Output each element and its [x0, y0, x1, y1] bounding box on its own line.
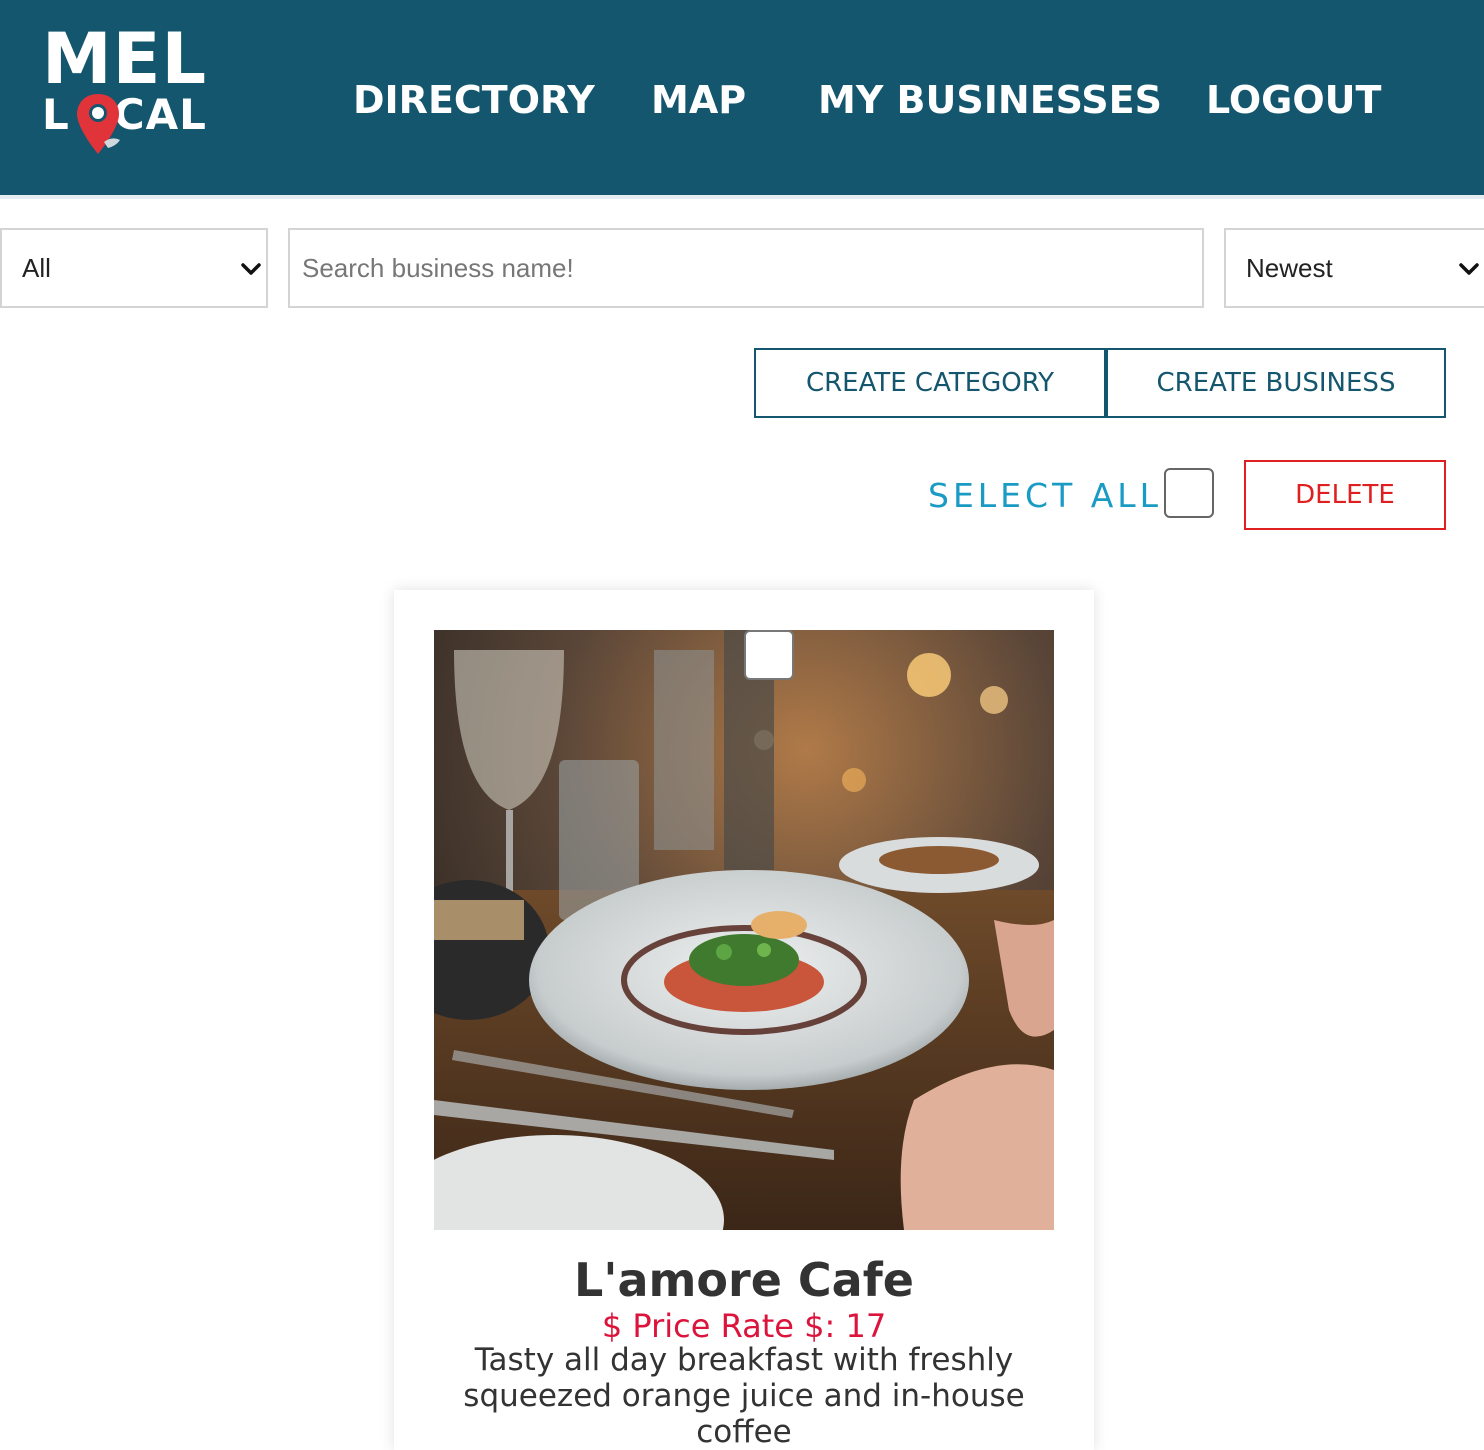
mel-local-logo[interactable]: MEL L CAL: [40, 24, 210, 164]
nav-directory[interactable]: DIRECTORY: [353, 78, 595, 122]
delete-button[interactable]: DELETE: [1244, 460, 1446, 530]
category-select-value: All: [22, 253, 51, 283]
nav-my-businesses[interactable]: MY BUSINESSES: [818, 78, 1162, 122]
create-business-button[interactable]: CREATE BUSINESS: [1106, 348, 1446, 418]
nav-map[interactable]: MAP: [651, 78, 746, 122]
category-select[interactable]: All: [0, 228, 268, 308]
restaurant-photo: [434, 630, 1054, 1230]
business-card[interactable]: L'amore Cafe $ Price Rate $: 17 Tasty al…: [394, 590, 1094, 1450]
select-all-checkbox[interactable]: [1164, 468, 1214, 518]
logo-text-top: MEL: [42, 18, 208, 100]
sort-select[interactable]: Newest: [1224, 228, 1484, 308]
select-all-label: SELECT ALL: [928, 476, 1163, 515]
business-name[interactable]: L'amore Cafe: [394, 1252, 1094, 1308]
location-pin-icon: [77, 94, 120, 154]
nav-logout[interactable]: LOGOUT: [1206, 78, 1381, 122]
top-navbar: MEL L CAL DIRECTORY MAP MY BUSINESSES LOG…: [0, 0, 1484, 195]
search-input[interactable]: [288, 228, 1204, 308]
business-price: $ Price Rate $: 17: [601, 1307, 887, 1345]
header-divider: [0, 195, 1484, 199]
business-image: [434, 630, 1054, 1230]
chevron-down-icon: [1459, 263, 1479, 275]
sort-select-value: Newest: [1246, 253, 1333, 283]
chevron-down-icon: [241, 263, 261, 275]
business-select-checkbox[interactable]: [744, 630, 794, 680]
logo-text-bottom: L CAL: [42, 90, 207, 139]
create-category-button[interactable]: CREATE CATEGORY: [754, 348, 1106, 418]
business-description: Tasty all day breakfast with freshly squ…: [463, 1342, 1025, 1450]
